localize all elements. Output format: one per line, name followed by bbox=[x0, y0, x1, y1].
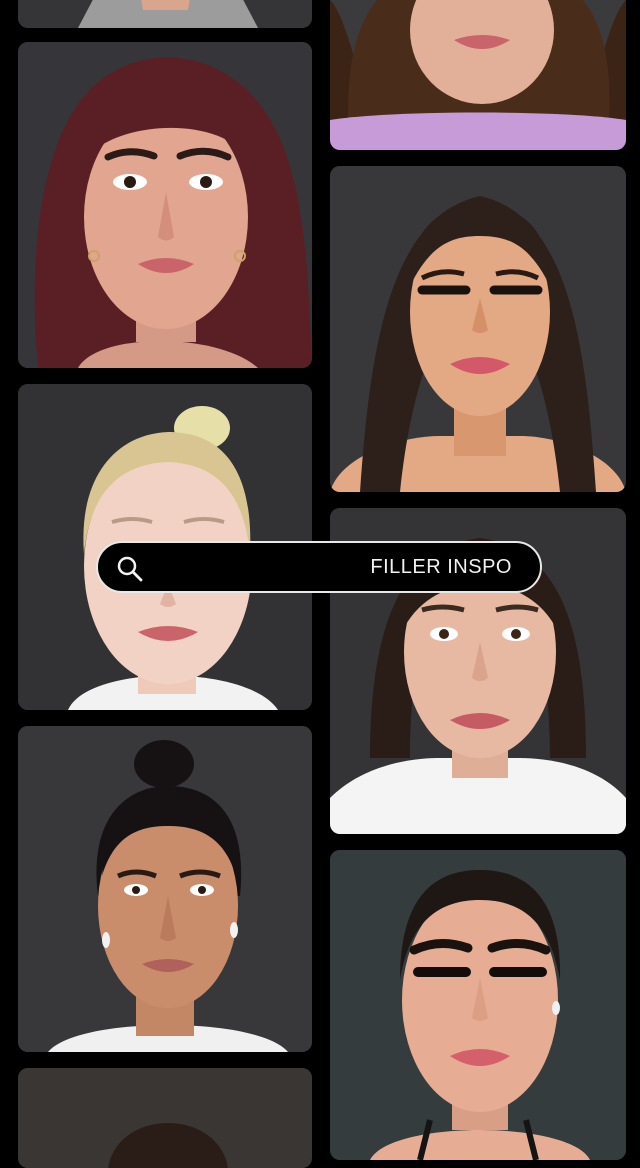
photo-tile-left-4[interactable] bbox=[18, 726, 312, 1052]
photo-tile-right-1[interactable] bbox=[330, 0, 626, 150]
portrait-photo bbox=[18, 1068, 312, 1168]
photo-tile-left-5[interactable] bbox=[18, 1068, 312, 1168]
portrait-photo bbox=[330, 166, 626, 492]
portrait-photo bbox=[18, 42, 312, 368]
search-query-text: FILLER INSPO bbox=[370, 556, 512, 578]
photo-tile-left-2[interactable] bbox=[18, 42, 312, 368]
search-icon[interactable] bbox=[116, 555, 144, 583]
portrait-photo bbox=[18, 726, 312, 1052]
search-bar[interactable]: FILLER INSPO bbox=[96, 541, 542, 593]
portrait-photo bbox=[18, 0, 312, 28]
photo-tile-right-2[interactable] bbox=[330, 166, 626, 492]
portrait-photo bbox=[330, 850, 626, 1160]
portrait-photo bbox=[330, 0, 626, 150]
photo-tile-left-1[interactable] bbox=[18, 0, 312, 28]
photo-tile-right-4[interactable] bbox=[330, 850, 626, 1160]
